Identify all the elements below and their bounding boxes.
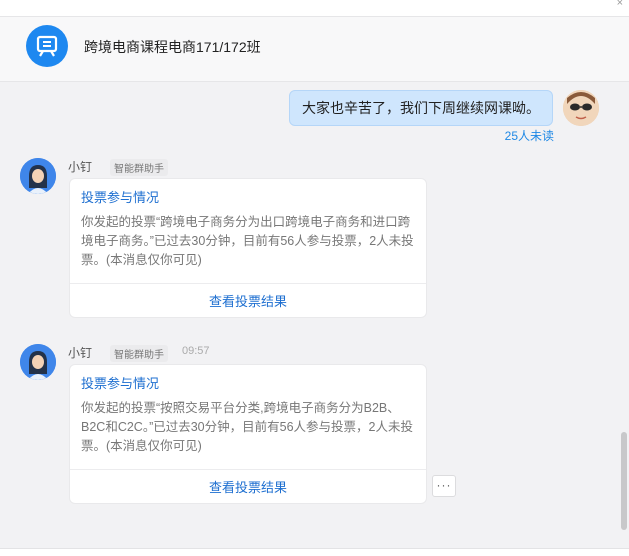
assistant-tag-badge: 智能群助手 <box>110 345 168 362</box>
bot-avatar[interactable] <box>20 158 56 194</box>
sender-name: 小钉 <box>68 346 93 360</box>
card-title: 投票参与情况 <box>81 190 160 205</box>
group-title[interactable]: 跨境电商课程电商171/172班 <box>84 37 261 57</box>
bot-avatar[interactable] <box>20 344 56 380</box>
input-area-edge <box>0 548 629 556</box>
sender-name: 小钉 <box>68 160 93 174</box>
close-icon[interactable]: × <box>617 0 623 9</box>
more-options-button[interactable]: ··· <box>432 475 456 497</box>
window-top-strip: × <box>0 0 629 16</box>
card-body: 你发起的投票“跨境电子商务分为出口跨境电子商务和进口跨境电子商务。”已过去30分… <box>81 215 414 267</box>
message-timestamp: 09:57 <box>182 345 210 357</box>
card-title: 投票参与情况 <box>81 376 160 391</box>
scrollbar-thumb[interactable] <box>621 432 627 530</box>
outgoing-message-bubble[interactable]: 大家也辛苦了，我们下周继续网课呦。 <box>289 90 553 126</box>
card-divider <box>70 283 426 284</box>
card-divider <box>70 469 426 470</box>
message-list[interactable]: 大家也辛苦了，我们下周继续网课呦。 25人未读 小钉 智能群助手 投票参与情况 … <box>0 82 629 548</box>
assistant-tag-badge: 智能群助手 <box>110 159 168 176</box>
view-vote-results-link[interactable]: 查看投票结果 <box>70 291 426 310</box>
vote-status-card: 投票参与情况 你发起的投票“跨境电子商务分为出口跨境电子商务和进口跨境电子商务。… <box>69 178 427 318</box>
view-vote-results-link[interactable]: 查看投票结果 <box>70 477 426 496</box>
unread-count-link[interactable]: 25人未读 <box>505 127 554 144</box>
chat-header: 跨境电商课程电商171/172班 <box>0 16 629 82</box>
vote-status-card: 投票参与情况 你发起的投票“按照交易平台分类,跨境电子商务分为B2B、B2C和C… <box>69 364 427 504</box>
card-body: 你发起的投票“按照交易平台分类,跨境电子商务分为B2B、B2C和C2C。”已过去… <box>81 401 413 453</box>
group-avatar-icon[interactable] <box>26 25 68 67</box>
self-avatar[interactable] <box>563 90 599 126</box>
